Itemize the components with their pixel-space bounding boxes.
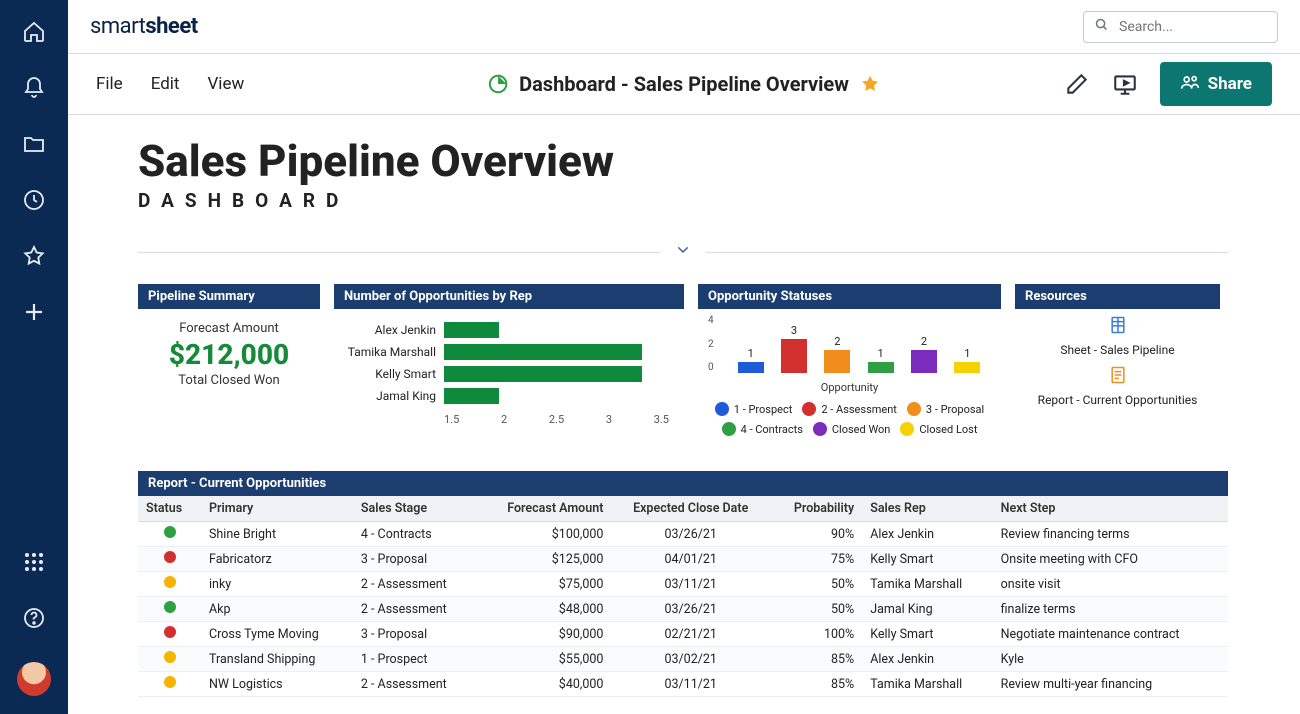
dashboard-subhead: DASHBOARD [138, 189, 1228, 212]
sheet-icon[interactable] [1108, 315, 1128, 339]
table-row[interactable]: Cross Tyme Moving3 - Proposal$90,00002/2… [138, 622, 1228, 647]
status-dot-icon [164, 551, 176, 563]
brand-logo[interactable]: smartsheet [90, 14, 198, 39]
status-dot-icon [164, 651, 176, 663]
avatar[interactable] [17, 662, 51, 696]
col-next-step[interactable]: Next Step [993, 496, 1228, 522]
widget-header: Pipeline Summary [138, 284, 320, 309]
edit-icon[interactable] [1064, 71, 1090, 97]
table-row[interactable]: Akp2 - Assessment$48,00003/26/2150%Jamal… [138, 597, 1228, 622]
plus-icon[interactable] [22, 300, 46, 324]
dashboard-canvas: Sales Pipeline Overview DASHBOARD Pipeli… [68, 115, 1288, 714]
legend-item: 3 - Proposal [907, 402, 984, 416]
menu-file[interactable]: File [96, 74, 123, 94]
status-bar: 3 [775, 324, 812, 374]
search-icon [1094, 17, 1109, 36]
rep-bar: Kelly Smart [344, 363, 674, 385]
status-dot-icon [164, 601, 176, 613]
legend-item: 4 - Contracts [722, 422, 803, 436]
widget-row: Pipeline Summary Forecast Amount $212,00… [138, 284, 1228, 439]
widget-header: Opportunity Statuses [698, 284, 1001, 309]
bell-icon[interactable] [22, 76, 46, 100]
status-bar: 2 [819, 335, 856, 373]
forecast-label: Forecast Amount [142, 321, 316, 336]
col-stage[interactable]: Sales Stage [353, 496, 476, 522]
status-bar: 2 [905, 335, 942, 373]
status-chart: 420 132121 [708, 315, 991, 385]
opportunities-table: Status Primary Sales Stage Forecast Amou… [138, 496, 1228, 697]
col-rep[interactable]: Sales Rep [862, 496, 992, 522]
rep-bar: Jamal King [344, 385, 674, 407]
recent-icon[interactable] [22, 188, 46, 212]
status-bar: 1 [732, 347, 769, 374]
table-row[interactable]: Fabricatorz3 - Proposal$125,00004/01/217… [138, 547, 1228, 572]
chevron-down-icon[interactable] [672, 242, 694, 262]
table-row[interactable]: inky2 - Assessment$75,00003/11/2150%Tami… [138, 572, 1228, 597]
widget-header: Report - Current Opportunities [138, 471, 1228, 496]
col-primary[interactable]: Primary [201, 496, 353, 522]
home-icon[interactable] [22, 20, 46, 44]
status-dot-icon [164, 676, 176, 688]
widget-report-table[interactable]: Report - Current Opportunities Status Pr… [138, 471, 1228, 697]
menubar: File Edit View Dashboard - Sales Pipelin… [68, 54, 1300, 115]
share-button[interactable]: Share [1160, 62, 1272, 106]
people-icon [1180, 72, 1200, 97]
status-bar: 1 [949, 347, 986, 374]
status-bar: 1 [862, 347, 899, 374]
legend-item: Closed Lost [900, 422, 977, 436]
col-probability[interactable]: Probability [770, 496, 862, 522]
star-icon[interactable] [22, 244, 46, 268]
search-box[interactable] [1083, 11, 1278, 43]
folder-icon[interactable] [22, 132, 46, 156]
legend-item: 2 - Assessment [802, 402, 897, 416]
rep-bar: Tamika Marshall [344, 341, 674, 363]
widget-header: Resources [1015, 284, 1220, 309]
legend-item: Closed Won [813, 422, 891, 436]
table-row[interactable]: Shine Bright4 - Contracts$100,00003/26/2… [138, 522, 1228, 547]
dashboard-icon [487, 73, 509, 95]
status-dot-icon [164, 576, 176, 588]
share-label: Share [1208, 74, 1252, 94]
status-legend: 1 - Prospect 2 - Assessment 3 - Proposal 4 … [708, 402, 991, 436]
menu-view[interactable]: View [207, 74, 244, 94]
favorite-star-icon[interactable] [859, 73, 881, 95]
present-icon[interactable] [1112, 71, 1138, 97]
menu-edit[interactable]: Edit [151, 74, 180, 94]
widget-pipeline-summary[interactable]: Pipeline Summary Forecast Amount $212,00… [138, 284, 320, 439]
report-icon[interactable] [1108, 365, 1128, 389]
widget-resources[interactable]: Resources Sheet - Sales Pipeline Report … [1015, 284, 1220, 439]
topbar: smartsheet [68, 0, 1300, 54]
apps-icon[interactable] [22, 550, 46, 574]
table-row[interactable]: NW Logistics2 - Assessment$40,00003/11/2… [138, 672, 1228, 697]
col-close-date[interactable]: Expected Close Date [611, 496, 770, 522]
dashboard-heading: Sales Pipeline Overview [138, 135, 1228, 187]
status-dot-icon [164, 626, 176, 638]
widget-header: Number of Opportunities by Rep [334, 284, 684, 309]
closed-label: Total Closed Won [142, 373, 316, 388]
col-status[interactable]: Status [138, 496, 201, 522]
resource-link-sheet[interactable]: Sheet - Sales Pipeline [1060, 343, 1174, 357]
table-row[interactable]: Transland Shipping1 - Prospect$55,00003/… [138, 647, 1228, 672]
status-dot-icon [164, 526, 176, 538]
resource-link-report[interactable]: Report - Current Opportunities [1038, 393, 1198, 407]
forecast-value: $212,000 [142, 338, 316, 371]
search-input[interactable] [1117, 18, 1267, 36]
reps-chart: Alex JenkinTamika MarshallKelly SmartJam… [334, 309, 684, 439]
page-title-group: Dashboard - Sales Pipeline Overview [487, 72, 881, 96]
rep-bar: Alex Jenkin [344, 319, 674, 341]
section-divider [138, 242, 1228, 262]
legend-item: 1 - Prospect [715, 402, 793, 416]
left-rail [0, 0, 68, 714]
col-forecast[interactable]: Forecast Amount [476, 496, 612, 522]
widget-opps-by-rep[interactable]: Number of Opportunities by Rep Alex Jenk… [334, 284, 684, 439]
widget-opp-statuses[interactable]: Opportunity Statuses 420 132121 Opportun… [698, 284, 1001, 439]
help-icon[interactable] [22, 606, 46, 630]
page-title: Dashboard - Sales Pipeline Overview [519, 72, 849, 96]
